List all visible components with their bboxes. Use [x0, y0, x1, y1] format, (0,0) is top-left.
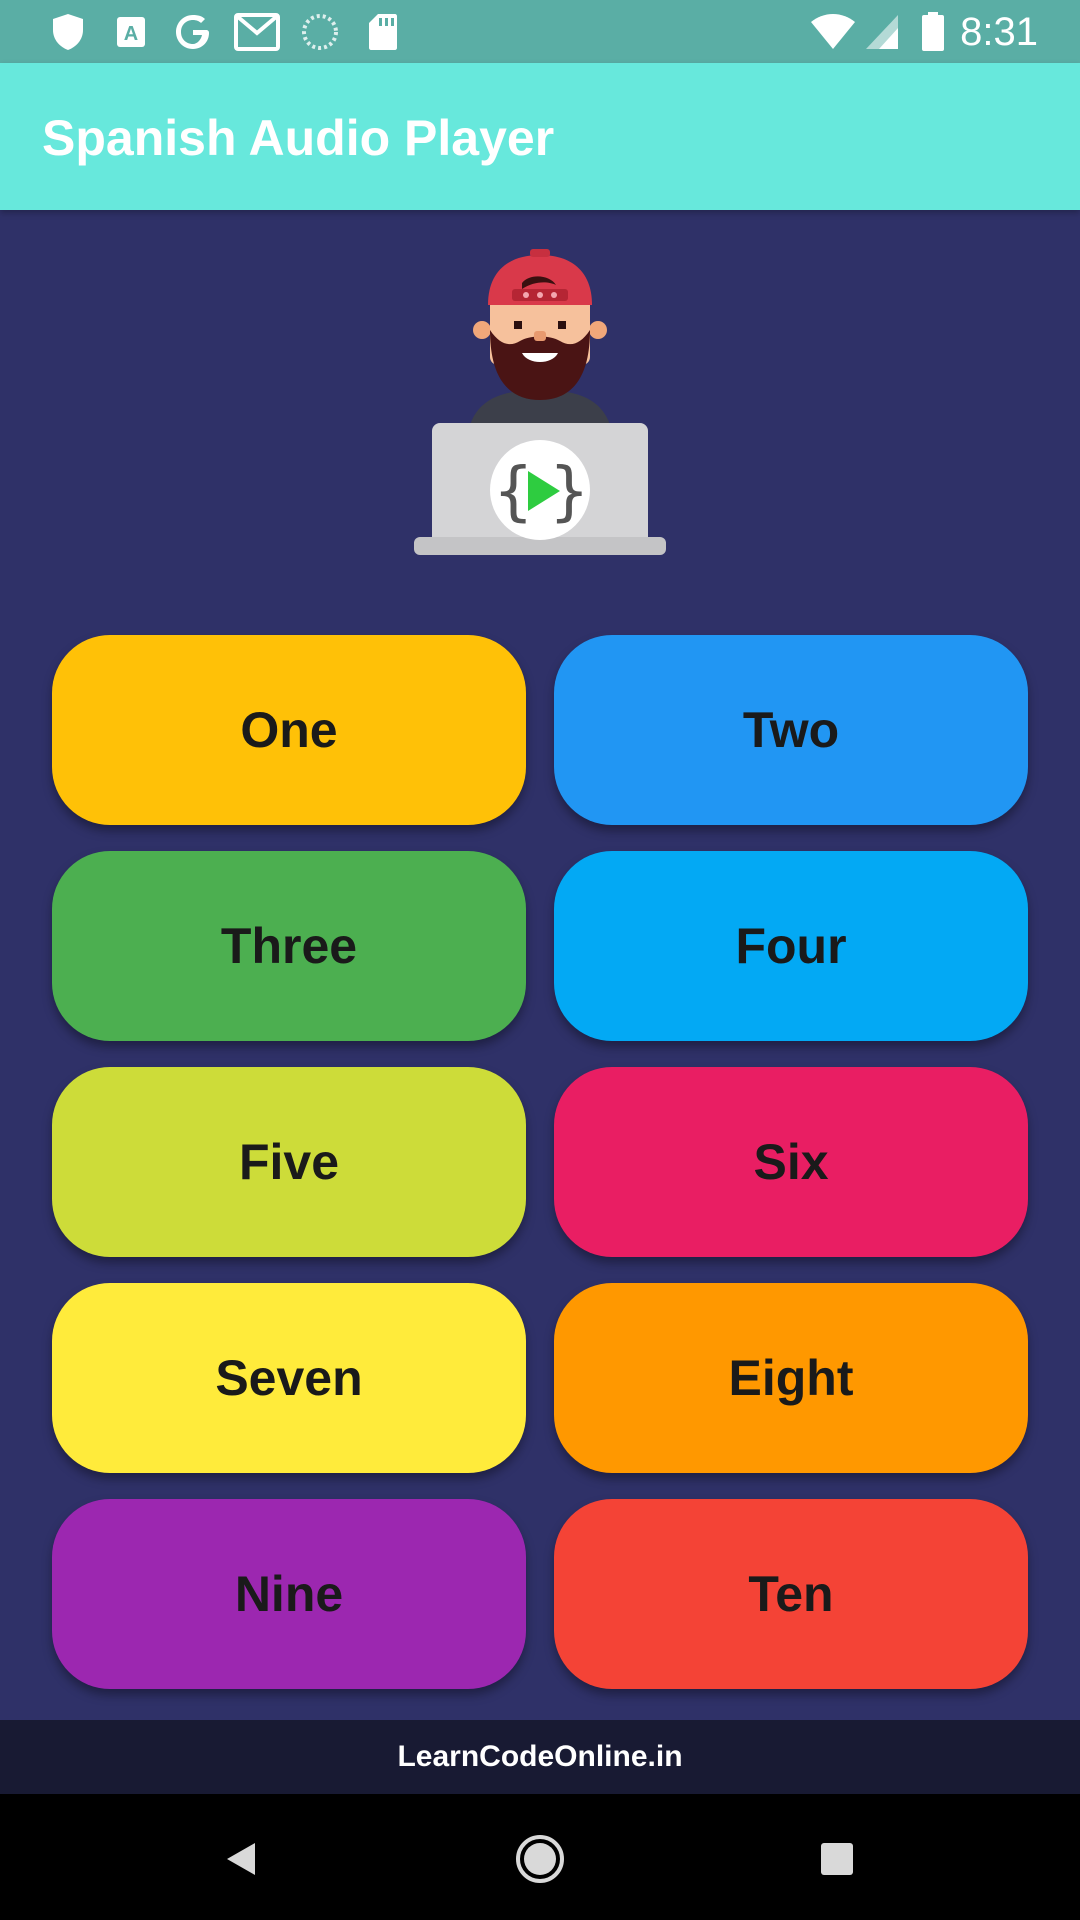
status-bar: A 8:31	[0, 0, 1080, 63]
footer-text: LearnCodeOnline.in	[397, 1740, 683, 1773]
svg-text:A: A	[124, 23, 138, 45]
button-eight[interactable]: Eight	[554, 1283, 1028, 1473]
app-bar: Spanish Audio Player	[0, 63, 1080, 210]
gmail-icon	[234, 12, 280, 52]
button-six[interactable]: Six	[554, 1067, 1028, 1257]
recents-icon[interactable]	[802, 1824, 872, 1894]
signal-icon	[864, 12, 900, 52]
back-icon[interactable]	[206, 1824, 276, 1894]
button-nine[interactable]: Nine	[52, 1499, 526, 1689]
sync-icon	[300, 12, 340, 52]
wifi-icon	[810, 12, 856, 52]
button-four[interactable]: Four	[554, 851, 1028, 1041]
button-seven[interactable]: Seven	[52, 1283, 526, 1473]
app-title: Spanish Audio Player	[42, 110, 555, 166]
svg-text:{: {	[494, 455, 533, 529]
google-icon	[172, 12, 214, 52]
sd-card-icon	[366, 12, 400, 52]
home-icon[interactable]	[505, 1824, 575, 1894]
button-five[interactable]: Five	[52, 1067, 526, 1257]
text-icon: A	[114, 12, 148, 52]
navigation-bar	[0, 1794, 1080, 1920]
button-ten[interactable]: Ten	[554, 1499, 1028, 1689]
developer-logo: { }	[410, 235, 670, 565]
button-one[interactable]: One	[52, 635, 526, 825]
footer: LearnCodeOnline.in	[0, 1720, 1080, 1794]
button-two[interactable]: Two	[554, 635, 1028, 825]
status-time: 8:31	[960, 10, 1038, 54]
battery-icon	[920, 12, 946, 52]
number-buttons-grid: One Two Three Four Five Six Seven Eight …	[52, 635, 1028, 1689]
button-three[interactable]: Three	[52, 851, 526, 1041]
shield-icon	[50, 12, 86, 52]
